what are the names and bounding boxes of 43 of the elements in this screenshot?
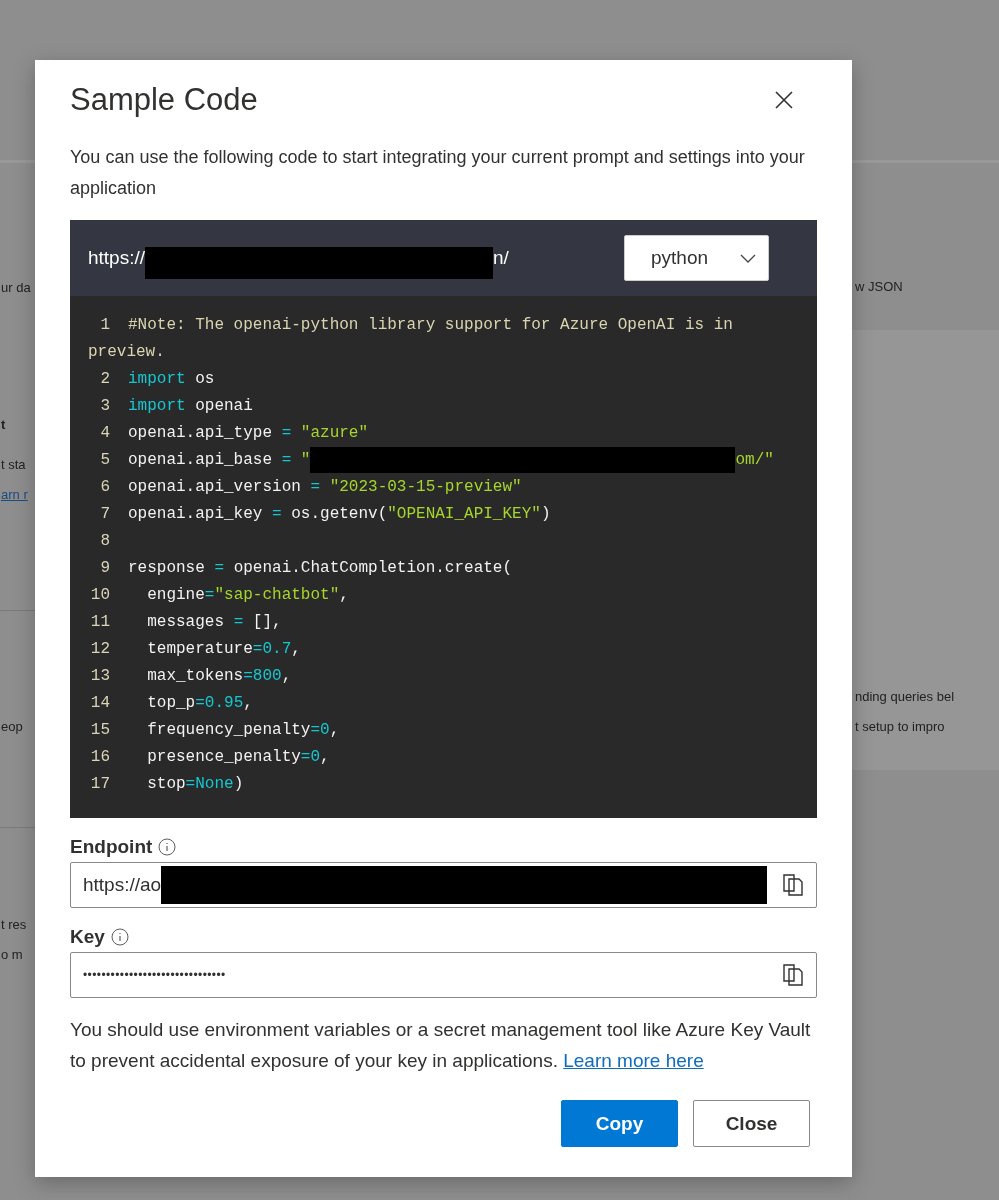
endpoint-field[interactable]: https://ao	[70, 862, 817, 909]
code-line: 11 messages = [],	[89, 612, 283, 634]
key-field[interactable]: •••••••••••••••••••••••••••••••	[70, 952, 817, 999]
code-line: 3 import openai	[99, 396, 254, 417]
learn-more-link[interactable]: Learn more here	[563, 1050, 704, 1072]
code-line: 8	[99, 531, 111, 553]
code-line: 16 presence_penalty=0,	[89, 747, 331, 769]
background-text: ur da	[1, 280, 31, 295]
background-text: o m	[1, 947, 23, 962]
url-text: n/	[493, 247, 509, 269]
field-label: Key	[70, 926, 105, 949]
close-button[interactable]: Close	[693, 1100, 810, 1148]
code-line: 13 max_tokens=800,	[89, 666, 293, 688]
dialog-title: Sample Code	[70, 82, 258, 118]
background-text: t setup to impro	[855, 719, 945, 734]
info-icon	[110, 928, 129, 947]
code-line: 6 openai.api_version = "2023-03-15-preview"	[99, 477, 523, 499]
background-text: eop	[1, 719, 23, 734]
copy-icon[interactable]	[782, 963, 804, 988]
background-text: w JSON	[855, 279, 903, 294]
code-line: 1 #Note: The openai-python library support for Azure OpenAI is in preview.	[88, 315, 734, 363]
description: You can use the following code to start integrating your current prompt and settings into your application	[70, 146, 806, 200]
code-line: 9 response = openai.ChatCompletion.create(	[99, 558, 514, 580]
background-text: t sta	[1, 457, 26, 472]
background-text: nding queries bel	[855, 689, 955, 704]
note-text: You should use environment variables or a secret management tool like Azure Key Vault to prevent accidental exposure of your key in applications. Learn more here	[70, 1018, 812, 1074]
field-label: Endpoint	[70, 836, 153, 859]
code-line: 14 top_p=0.95,	[89, 693, 254, 715]
code-line: 4 openai.api_type = "azure"	[99, 423, 370, 444]
background-text: t	[1, 417, 6, 432]
code-line: 12 temperature=0.7,	[89, 639, 302, 661]
chevron-down-icon	[740, 253, 756, 263]
url-text: https://	[88, 247, 146, 269]
code-line: 15 frequency_penalty=0,	[89, 720, 341, 742]
code-line: 10 engine="sap-chatbot",	[89, 585, 350, 607]
copy-button[interactable]: Copy	[561, 1100, 678, 1148]
copy-icon[interactable]	[782, 873, 804, 898]
code-line: 7 openai.api_key = os.getenv("OPENAI_API_KEY")	[99, 504, 552, 526]
code-line: 17 stop=None)	[89, 774, 245, 796]
background-text: t res	[1, 917, 27, 932]
code-line: 2 import os	[99, 369, 216, 390]
info-icon	[158, 838, 177, 857]
language-dropdown[interactable]: python	[624, 235, 769, 281]
